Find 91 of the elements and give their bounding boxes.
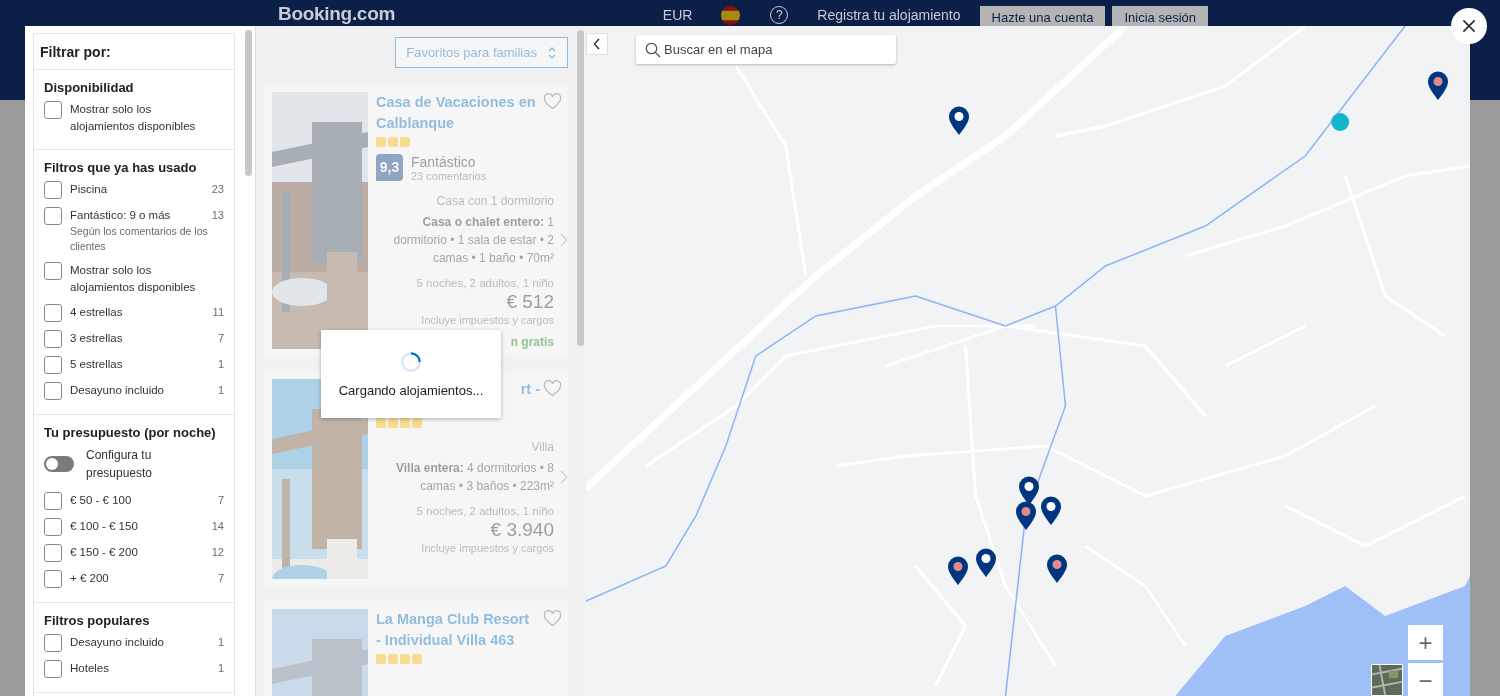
checkbox[interactable] [44,660,62,678]
map-pin-icon [947,556,969,586]
updown-icon [547,45,557,60]
unit-type: Casa con 1 dormitorio [436,194,554,208]
filter-count: 7 [217,331,224,346]
filter-label: 4 estrellas [70,305,124,320]
filter-label: € 100 - € 150 [70,519,139,534]
filter-count: 7 [217,571,224,586]
filter-label: Mostrar solo los alojamientos disponibles [70,263,197,295]
map-pin-icon [1040,496,1062,526]
chevron-icon [560,233,568,247]
filter-note: Según los comentarios de los clientes [70,224,208,254]
checkbox[interactable] [44,101,62,119]
map-type-button[interactable] [1371,664,1403,696]
score-badge: 9,3 [376,154,403,181]
checkbox[interactable] [44,518,62,536]
checkbox[interactable] [44,262,62,280]
checkbox[interactable] [44,181,62,199]
unit-details: Villa entera: 4 dormitorios • 8 camas • 3 baños • 223m² [394,460,554,495]
zoom-in-button[interactable]: + [1408,625,1443,660]
chevron-icon [560,470,568,484]
map-pin-icon [975,548,997,578]
spinner-icon [400,350,422,373]
filter-count: 14 [211,519,224,534]
checkbox[interactable] [44,356,62,374]
filter-label: Fantástico: 9 o más [70,208,172,223]
search-field[interactable]: Buscar en el mapa [636,35,896,64]
section-heading: Disponibilidad [44,80,135,95]
heart-icon [543,93,562,110]
price: € 512 [506,291,554,313]
toggle-switch[interactable] [44,456,74,472]
scrollbar[interactable] [245,30,252,176]
scrollbar[interactable] [577,30,584,346]
loading-message: Cargando alojamientos... [338,382,484,398]
map-pin-icon [1015,501,1037,531]
section-heading: Filtros populares [44,613,151,628]
filter-count: 1 [217,383,224,398]
filter-count: 11 [212,305,224,320]
register-link[interactable]: Registra tu alojamiento [817,7,961,23]
filter-label: Mostrar solo los alojamientos disponibles [70,102,197,134]
chevron-left-icon [593,38,601,50]
filter-label: Hoteles [70,661,110,676]
rating-label: Fantástico [411,154,477,170]
flag-icon [721,5,741,25]
review-count: 23 comentarios [411,170,487,182]
map-pin-icon [1046,554,1068,584]
map-pin-icon [948,106,970,136]
header-button[interactable]: Inicia sesión [1112,6,1208,28]
search-icon [645,42,661,58]
filter-count: 1 [217,661,224,676]
filter-count: 12 [211,545,224,560]
filter-label: 5 estrellas [70,357,124,372]
toggle-label: Configura tu presupuesto [86,447,154,482]
filter-label: Desayuno incluido [70,635,165,650]
collapse-button[interactable] [586,33,608,55]
filter-label: € 50 - € 100 [70,493,133,508]
filter-label: Piscina [70,182,109,197]
filter-label: 3 estrellas [70,331,124,346]
price: € 3.940 [490,519,554,541]
panel-title: Filtrar por: [34,34,234,70]
section-heading: Filtros que ya has usado [44,160,198,175]
logo[interactable]: Booking.com [278,3,396,25]
checkbox[interactable] [44,634,62,652]
filter-count: 13 [211,208,224,223]
heart-icon [543,610,562,627]
zoom-out-button[interactable]: − [1408,663,1443,696]
filter-label: Desayuno incluido [70,383,165,398]
cancellation-note: n gratis [510,335,554,349]
filter-count: 1 [217,357,224,372]
unit-type: Villa [531,440,554,454]
checkbox[interactable] [44,382,62,400]
map-pin-icon [1427,71,1449,101]
checkbox[interactable] [44,492,62,510]
checkbox[interactable] [44,330,62,348]
checkbox[interactable] [44,207,62,225]
close-icon [1461,18,1477,34]
filter-count: 1 [217,635,224,650]
checkbox[interactable] [44,304,62,322]
checkbox[interactable] [44,544,62,562]
map-pin-icon [1018,476,1040,506]
header-button[interactable]: Hazte una cuenta [979,6,1106,28]
unit-details: Casa o chalet entero: 1 dormitorio • 1 sala de estar • 2 camas • 1 baño • 70m² [392,214,554,267]
filter-label: + € 200 [70,571,110,586]
filter-count: 23 [211,182,224,197]
property-card[interactable] [264,84,568,357]
heart-icon [543,380,562,397]
filter-count: 7 [217,493,224,508]
section-heading: Tu presupuesto (por noche) [44,425,217,440]
checkbox[interactable] [44,570,62,588]
filter-label: € 150 - € 200 [70,545,139,560]
currency-link[interactable]: EUR [662,7,693,23]
